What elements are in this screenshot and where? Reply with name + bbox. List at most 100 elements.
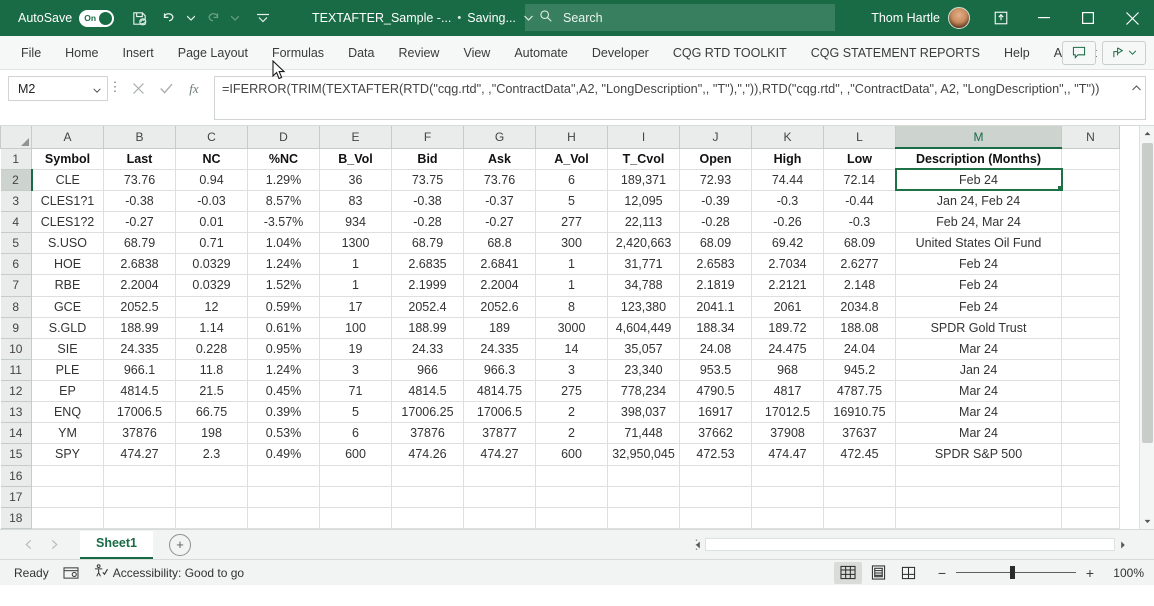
cell-I13[interactable]: 398,037	[608, 402, 680, 423]
cell-L7[interactable]: 2.148	[824, 275, 896, 296]
cell-D16[interactable]	[248, 465, 320, 486]
cell-E15[interactable]: 600	[320, 444, 392, 465]
row-header-4[interactable]: 4	[1, 212, 32, 233]
cell-C3[interactable]: -0.03	[176, 190, 248, 211]
tab-automate[interactable]: Automate	[503, 40, 579, 66]
cell-E11[interactable]: 3	[320, 359, 392, 380]
cell-C10[interactable]: 0.228	[176, 338, 248, 359]
row-header-13[interactable]: 13	[1, 402, 32, 423]
column-header-j[interactable]: J	[680, 126, 752, 148]
cell-I11[interactable]: 23,340	[608, 359, 680, 380]
customize-qat-icon[interactable]	[248, 3, 278, 33]
cell-K1[interactable]: High	[752, 148, 824, 169]
cell-M12[interactable]: Mar 24	[896, 381, 1062, 402]
zoom-out-button[interactable]: −	[936, 565, 948, 581]
cell-H3[interactable]: 5	[536, 190, 608, 211]
column-header-c[interactable]: C	[176, 126, 248, 148]
cell-K8[interactable]: 2061	[752, 296, 824, 317]
cell-E7[interactable]: 1	[320, 275, 392, 296]
cell-D5[interactable]: 1.04%	[248, 233, 320, 254]
cell-M5[interactable]: United States Oil Fund	[896, 233, 1062, 254]
row-header-6[interactable]: 6	[1, 254, 32, 275]
cell-F3[interactable]: -0.38	[392, 190, 464, 211]
cell-B1[interactable]: Last	[104, 148, 176, 169]
cell-C7[interactable]: 0.0329	[176, 275, 248, 296]
cell-A18[interactable]	[32, 507, 104, 528]
cell-N8[interactable]	[1062, 296, 1120, 317]
cell-G2[interactable]: 73.76	[464, 169, 536, 190]
cancel-edit-icon[interactable]	[124, 76, 152, 101]
cell-N2[interactable]	[1062, 169, 1120, 190]
cell-K9[interactable]: 189.72	[752, 317, 824, 338]
cell-K12[interactable]: 4817	[752, 381, 824, 402]
column-header-l[interactable]: L	[824, 126, 896, 148]
cell-D18[interactable]	[248, 507, 320, 528]
search-input[interactable]: Search	[525, 4, 835, 31]
tab-file[interactable]: File	[10, 40, 52, 66]
cell-L11[interactable]: 945.2	[824, 359, 896, 380]
cell-K15[interactable]: 474.47	[752, 444, 824, 465]
cell-K6[interactable]: 2.7034	[752, 254, 824, 275]
cell-C5[interactable]: 0.71	[176, 233, 248, 254]
cell-M1[interactable]: Description (Months)	[896, 148, 1062, 169]
cell-A17[interactable]	[32, 486, 104, 507]
tab-home[interactable]: Home	[54, 40, 109, 66]
cell-H7[interactable]: 1	[536, 275, 608, 296]
cell-H17[interactable]	[536, 486, 608, 507]
cell-L14[interactable]: 37637	[824, 423, 896, 444]
cell-J2[interactable]: 72.93	[680, 169, 752, 190]
row-header-1[interactable]: 1	[1, 148, 32, 169]
column-header-h[interactable]: H	[536, 126, 608, 148]
tab-help[interactable]: Help	[993, 40, 1041, 66]
cell-F14[interactable]: 37876	[392, 423, 464, 444]
cell-M16[interactable]	[896, 465, 1062, 486]
column-header-i[interactable]: I	[608, 126, 680, 148]
cell-G6[interactable]: 2.6841	[464, 254, 536, 275]
cell-F9[interactable]: 188.99	[392, 317, 464, 338]
cell-C2[interactable]: 0.94	[176, 169, 248, 190]
cell-C9[interactable]: 1.14	[176, 317, 248, 338]
autosave-switch[interactable]: On	[79, 10, 114, 27]
cell-I12[interactable]: 778,234	[608, 381, 680, 402]
accessibility-checker[interactable]: Accessibility: Good to go	[93, 564, 244, 581]
cell-B9[interactable]: 188.99	[104, 317, 176, 338]
cell-M3[interactable]: Jan 24, Feb 24	[896, 190, 1062, 211]
cell-K2[interactable]: 74.44	[752, 169, 824, 190]
zoom-level[interactable]: 100%	[1108, 566, 1144, 580]
cell-I5[interactable]: 2,420,663	[608, 233, 680, 254]
cell-L8[interactable]: 2034.8	[824, 296, 896, 317]
cell-L13[interactable]: 16910.75	[824, 402, 896, 423]
cell-I8[interactable]: 123,380	[608, 296, 680, 317]
cell-I3[interactable]: 12,095	[608, 190, 680, 211]
cell-B18[interactable]	[104, 507, 176, 528]
cell-H16[interactable]	[536, 465, 608, 486]
zoom-control[interactable]: − +	[936, 565, 1096, 581]
cell-K3[interactable]: -0.3	[752, 190, 824, 211]
scroll-up-icon[interactable]	[1140, 126, 1154, 141]
cell-B11[interactable]: 966.1	[104, 359, 176, 380]
share-button[interactable]	[1102, 41, 1146, 65]
cell-I18[interactable]	[608, 507, 680, 528]
cell-A10[interactable]: SIE	[32, 338, 104, 359]
cell-D4[interactable]: -3.57%	[248, 212, 320, 233]
cell-J12[interactable]: 4790.5	[680, 381, 752, 402]
cell-E3[interactable]: 83	[320, 190, 392, 211]
confirm-edit-icon[interactable]	[152, 76, 180, 101]
tab-cqg-statement-reports[interactable]: CQG STATEMENT REPORTS	[800, 40, 991, 66]
cell-G17[interactable]	[464, 486, 536, 507]
zoom-slider[interactable]	[956, 572, 1076, 574]
cell-B7[interactable]: 2.2004	[104, 275, 176, 296]
cell-F4[interactable]: -0.28	[392, 212, 464, 233]
cell-K14[interactable]: 37908	[752, 423, 824, 444]
cell-N5[interactable]	[1062, 233, 1120, 254]
cell-D12[interactable]: 0.45%	[248, 381, 320, 402]
avatar[interactable]	[948, 7, 970, 29]
next-sheet-icon[interactable]	[42, 533, 66, 557]
cell-J13[interactable]: 16917	[680, 402, 752, 423]
cell-G18[interactable]	[464, 507, 536, 528]
name-box-chevron-down-icon[interactable]	[93, 82, 101, 96]
zoom-in-button[interactable]: +	[1084, 565, 1096, 581]
cell-E2[interactable]: 36	[320, 169, 392, 190]
cell-I15[interactable]: 32,950,045	[608, 444, 680, 465]
cell-M11[interactable]: Jan 24	[896, 359, 1062, 380]
